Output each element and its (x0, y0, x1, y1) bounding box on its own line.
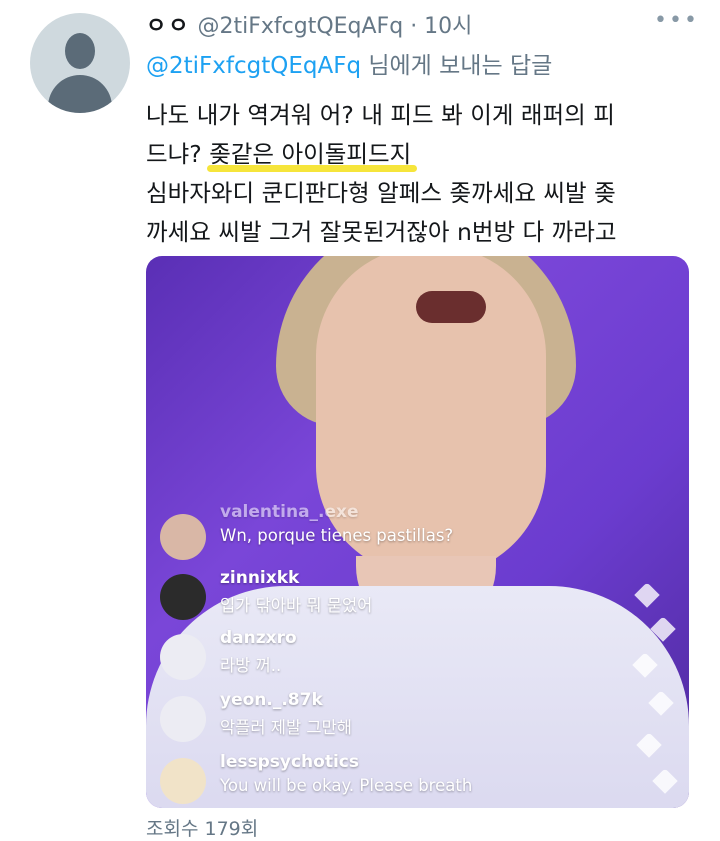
tweet-text: 나도 내가 역겨워 어? 내 피드 봐 이게 래퍼의 피 드냐? 좆같은 아이돌… (146, 96, 706, 252)
comment-avatar (160, 634, 206, 680)
reply-context: @2tiFxfcgtQEqAFq 님에게 보내는 답글 (146, 46, 552, 80)
heart-icon (648, 690, 674, 716)
view-count: 조회수 179회 (146, 818, 259, 840)
comment-text: Wn, porque tienes pastillas? (220, 526, 454, 545)
tweet-text-line: 나도 내가 역겨워 어? 내 피드 봐 이게 래퍼의 피 (146, 101, 615, 129)
comment-avatar (160, 758, 206, 804)
comment-username: zinnixkk (220, 568, 300, 588)
heart-icon (650, 616, 676, 642)
person-mouth (416, 291, 486, 323)
author-avatar[interactable] (30, 13, 130, 113)
tweet-text-line: 까세요 씨발 그거 잘못된거잖아 n번방 다 까라고 (146, 218, 617, 246)
comment-text: You will be okay. Please breath (220, 776, 473, 795)
reply-handle-link[interactable]: @2tiFxfcgtQEqAFq (146, 53, 361, 79)
comment-avatar (160, 514, 206, 560)
comment-avatar (160, 574, 206, 620)
more-dots-icon[interactable]: ••• (654, 8, 699, 33)
display-name[interactable]: ㅇㅇ (146, 14, 190, 39)
timestamp[interactable]: · 10시 (410, 14, 472, 39)
comment-text: 입가 닦아바 뭐 묻었어 (220, 596, 373, 615)
avatar-head (65, 33, 95, 69)
user-handle[interactable]: @2tiFxfcgtQEqAFq (197, 14, 403, 39)
heart-icon (652, 768, 678, 794)
comment-username: yeon._.87k (220, 690, 323, 710)
tweet-text-span: 드냐? (146, 140, 210, 168)
floating-hearts (630, 576, 680, 806)
heart-icon (636, 732, 662, 758)
comment-username: danzxro (220, 628, 297, 648)
comment-text: 악플러 제발 그만해 (220, 718, 352, 737)
comment-text: 라방 꺼.. (220, 656, 282, 675)
highlighted-text: 좆같은 아이돌피드지 (209, 140, 412, 168)
avatar-body (48, 75, 112, 113)
tweet-media-video[interactable]: valentina_.exe Wn, porque tienes pastill… (146, 256, 689, 808)
tweet-text-line: 드냐? 좆같은 아이돌피드지 (146, 135, 706, 174)
comment-avatar (160, 696, 206, 742)
reply-suffix: 님에게 보내는 답글 (361, 53, 553, 79)
heart-icon (634, 582, 660, 608)
comment-username: lesspsychotics (220, 752, 359, 772)
heart-icon (632, 652, 658, 678)
tweet-header: ㅇㅇ @2tiFxfcgtQEqAFq · 10시 (146, 8, 472, 40)
tweet-text-line: 심바자와디 쿤디판다형 알페스 좆까세요 씨발 좆 (146, 179, 616, 207)
comment-username: valentina_.exe (220, 502, 359, 522)
